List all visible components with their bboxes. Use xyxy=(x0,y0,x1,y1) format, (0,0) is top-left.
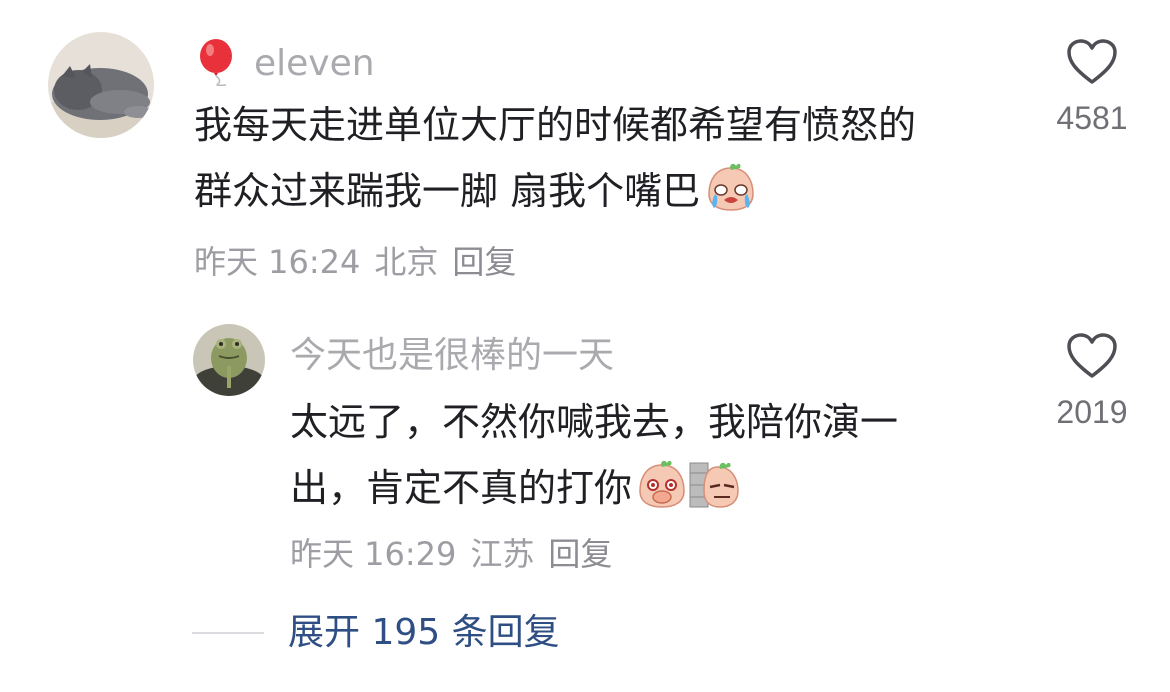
comment-header: eleven xyxy=(196,38,375,90)
peeking-peach-emoji xyxy=(688,459,740,529)
comment-text-line: 群众过来踹我一脚 扇我个嘴巴 xyxy=(194,169,701,213)
reply-button[interactable]: 回复 xyxy=(548,534,612,574)
like-button[interactable]: 2019 xyxy=(1032,332,1152,431)
comment-text: 太远了，不然你喊我去，我陪你演一 出，肯定不真的打你 xyxy=(290,389,898,521)
divider xyxy=(192,632,264,634)
frog-avatar-image xyxy=(193,324,265,396)
avatar[interactable] xyxy=(193,324,265,396)
comment-time: 昨天 16:29 xyxy=(290,535,457,573)
expand-replies-button[interactable]: 展开 195 条回复 xyxy=(288,610,560,656)
comment-text-line: 太远了，不然你喊我去，我陪你演一 xyxy=(290,400,899,444)
balloon-icon xyxy=(196,38,240,90)
username[interactable]: 今天也是很棒的一天 xyxy=(290,334,614,378)
like-count: 4581 xyxy=(1056,100,1128,136)
heart-icon xyxy=(1067,333,1117,378)
comment-text-line-with-emoji: 出，肯定不真的打你 xyxy=(290,455,898,521)
avatar[interactable] xyxy=(48,32,154,138)
comment-meta: 昨天 16:24 北京 回复 xyxy=(194,242,530,282)
username[interactable]: eleven xyxy=(254,42,375,86)
reply-comment-item: 今天也是很棒的一天 太远了，不然你喊我去，我陪你演一 出，肯定不真的打你 昨天 … xyxy=(0,300,1170,600)
comment-text: 我每天走进单位大厅的时候都希望有愤怒的 群众过来踹我一脚 扇我个嘴巴 xyxy=(194,92,916,224)
comment-location: 江苏 xyxy=(470,535,535,573)
crying-peach-emoji xyxy=(704,162,758,232)
like-button[interactable]: 4581 xyxy=(1032,38,1152,137)
comment-text-line: 我每天走进单位大厅的时候都希望有愤怒的 xyxy=(194,103,917,147)
comment-meta: 昨天 16:29 江苏 回复 xyxy=(290,534,626,574)
snicker-peach-emoji xyxy=(636,459,688,529)
like-count: 2019 xyxy=(1056,394,1128,430)
comment-text-line-with-emoji: 群众过来踹我一脚 扇我个嘴巴 xyxy=(194,158,916,224)
comment-location: 北京 xyxy=(374,243,439,281)
expand-replies[interactable]: 展开 195 条回复 xyxy=(192,610,560,656)
comment-time: 昨天 16:24 xyxy=(194,243,361,281)
comment-text-line: 出，肯定不真的打你 xyxy=(290,466,633,510)
comment-item: eleven 我每天走进单位大厅的时候都希望有愤怒的 群众过来踹我一脚 扇我个嘴… xyxy=(0,0,1170,300)
cat-avatar-image xyxy=(48,32,154,138)
comment-header: 今天也是很棒的一天 xyxy=(290,334,614,378)
reply-button[interactable]: 回复 xyxy=(452,242,516,282)
heart-icon xyxy=(1067,39,1117,84)
